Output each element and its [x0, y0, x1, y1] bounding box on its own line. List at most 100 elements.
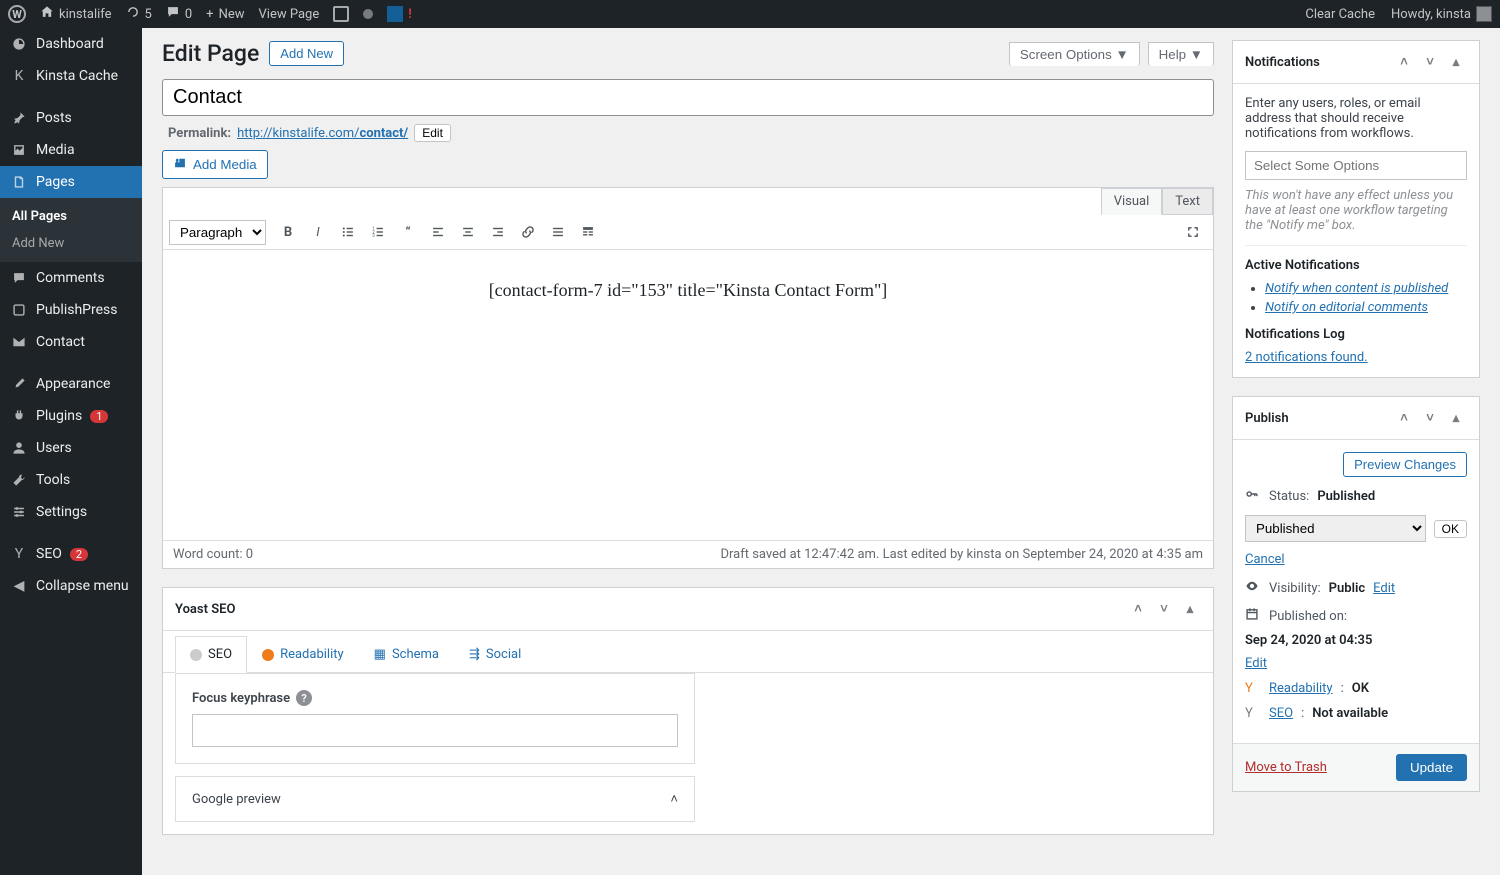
- help-icon[interactable]: ?: [296, 690, 312, 706]
- chevron-up-icon[interactable]: ˄: [1127, 598, 1149, 620]
- site-link[interactable]: kinstalife: [40, 5, 112, 23]
- date-edit-link[interactable]: Edit: [1245, 656, 1467, 671]
- notif-hint: This won't have any effect unless you ha…: [1245, 188, 1467, 233]
- sidebar-item-tools[interactable]: Tools: [0, 464, 142, 496]
- notif-log-link[interactable]: 2 notifications found.: [1245, 350, 1368, 365]
- readability-link[interactable]: Readability: [1269, 681, 1333, 696]
- yoast-readability-icon: Y: [1245, 681, 1261, 696]
- permalink-link[interactable]: http://kinstalife.com/contact/: [237, 126, 408, 141]
- move-to-trash-link[interactable]: Move to Trash: [1245, 760, 1327, 775]
- view-page-link[interactable]: View Page: [259, 7, 320, 22]
- comment-icon: [166, 5, 180, 23]
- notif-link-published[interactable]: Notify when content is published: [1265, 281, 1448, 296]
- share-icon: ⇶: [469, 647, 480, 662]
- chevron-up-icon[interactable]: ˄: [1393, 51, 1415, 73]
- chevron-down-icon[interactable]: ˅: [1419, 407, 1441, 429]
- sidebar-item-plugins[interactable]: Plugins1: [0, 400, 142, 432]
- align-center-button[interactable]: [455, 219, 481, 245]
- plus-icon: +: [206, 7, 213, 22]
- yoast-tab-schema[interactable]: ▦Schema: [359, 636, 454, 673]
- format-select[interactable]: Paragraph: [169, 220, 266, 245]
- ul-button[interactable]: [335, 219, 361, 245]
- site-name: kinstalife: [59, 7, 112, 22]
- add-new-button[interactable]: Add New: [269, 41, 344, 66]
- sidebar-item-posts[interactable]: Posts: [0, 102, 142, 134]
- update-button[interactable]: Update: [1396, 754, 1467, 781]
- updates-link[interactable]: 5: [126, 5, 152, 23]
- fullscreen-button[interactable]: [1180, 219, 1206, 245]
- word-count: Word count: 0: [173, 547, 253, 562]
- chevron-down-icon[interactable]: ˅: [1419, 51, 1441, 73]
- quote-button[interactable]: “: [395, 219, 421, 245]
- sidebar-item-settings[interactable]: Settings: [0, 496, 142, 528]
- google-preview-panel[interactable]: Google preview ˄: [175, 776, 695, 822]
- screen-options-button[interactable]: Screen Options ▼: [1009, 42, 1140, 66]
- bold-button[interactable]: B: [275, 219, 301, 245]
- clear-cache-link[interactable]: Clear Cache: [1305, 7, 1375, 22]
- sidebar-sub-all-pages[interactable]: All Pages: [0, 203, 142, 230]
- key-icon: [1245, 487, 1261, 505]
- seo-link[interactable]: SEO: [1269, 706, 1293, 721]
- status-ok-button[interactable]: OK: [1434, 520, 1467, 538]
- howdy-link[interactable]: Howdy, kinsta: [1391, 6, 1492, 22]
- grid-icon: ▦: [374, 647, 386, 662]
- permalink-edit-button[interactable]: Edit: [414, 124, 451, 142]
- calendar-icon: [1245, 607, 1261, 625]
- editor-content[interactable]: [contact-form-7 id="153" title="Kinsta C…: [163, 250, 1213, 540]
- align-right-button[interactable]: [485, 219, 511, 245]
- wp-logo[interactable]: W: [8, 5, 26, 23]
- sidebar-item-contact[interactable]: Contact: [0, 326, 142, 358]
- status-dot[interactable]: [363, 9, 373, 19]
- notify-icon[interactable]: !: [387, 6, 412, 22]
- sidebar-item-users[interactable]: Users: [0, 432, 142, 464]
- sidebar-collapse[interactable]: ◀Collapse menu: [0, 570, 142, 602]
- focus-keyphrase-input[interactable]: [192, 714, 678, 747]
- align-left-button[interactable]: [425, 219, 451, 245]
- sidebar-item-publishpress[interactable]: PublishPress: [0, 294, 142, 326]
- yoast-tab-readability[interactable]: Readability: [247, 636, 359, 673]
- sidebar-item-comments[interactable]: Comments: [0, 262, 142, 294]
- status-select[interactable]: Published: [1245, 515, 1426, 542]
- wrench-icon: [10, 471, 28, 489]
- notif-select[interactable]: [1245, 151, 1467, 180]
- draft-status: Draft saved at 12:47:42 am. Last edited …: [720, 547, 1203, 562]
- notif-link-editorial[interactable]: Notify on editorial comments: [1265, 300, 1428, 315]
- chevron-down-icon[interactable]: ˅: [1153, 598, 1175, 620]
- text-tab[interactable]: Text: [1162, 188, 1213, 215]
- sidebar-item-media[interactable]: Media: [0, 134, 142, 166]
- new-link[interactable]: + New: [206, 7, 244, 22]
- post-title-input[interactable]: [162, 79, 1214, 116]
- help-button[interactable]: Help ▼: [1148, 42, 1214, 66]
- visual-tab[interactable]: Visual: [1101, 188, 1163, 215]
- collapse-icon[interactable]: ▴: [1445, 51, 1467, 73]
- notifications-title: Notifications: [1245, 55, 1320, 70]
- sidebar-item-dashboard[interactable]: Dashboard: [0, 28, 142, 60]
- google-preview-label: Google preview: [192, 792, 281, 807]
- sidebar-item-kinsta-cache[interactable]: KKinsta Cache: [0, 60, 142, 92]
- link-button[interactable]: [515, 219, 541, 245]
- ol-button[interactable]: 123: [365, 219, 391, 245]
- collapse-icon: ◀: [10, 577, 28, 595]
- sidebar-item-seo[interactable]: YSEO2: [0, 538, 142, 570]
- more-button[interactable]: [545, 219, 571, 245]
- yoast-tab-seo[interactable]: SEO: [175, 636, 247, 673]
- italic-button[interactable]: I: [305, 219, 331, 245]
- user-icon: [10, 439, 28, 457]
- plug-icon: [10, 407, 28, 425]
- yoast-tab-social[interactable]: ⇶Social: [454, 636, 536, 673]
- status-cancel-link[interactable]: Cancel: [1245, 552, 1285, 567]
- visibility-edit-link[interactable]: Edit: [1373, 581, 1395, 596]
- add-media-button[interactable]: Add Media: [162, 150, 268, 179]
- yoast-toolbar-icon[interactable]: [333, 6, 349, 22]
- updates-count: 5: [145, 7, 152, 22]
- sidebar-item-appearance[interactable]: Appearance: [0, 368, 142, 400]
- collapse-icon[interactable]: ▴: [1179, 598, 1201, 620]
- admin-toolbar: W kinstalife 5 0 + New View Page ! Clear…: [0, 0, 1500, 28]
- chevron-up-icon[interactable]: ˄: [1393, 407, 1415, 429]
- toolbar-toggle-button[interactable]: [575, 219, 601, 245]
- comments-link[interactable]: 0: [166, 5, 192, 23]
- preview-changes-button[interactable]: Preview Changes: [1343, 452, 1467, 477]
- sidebar-sub-add-new[interactable]: Add New: [0, 230, 142, 257]
- sidebar-item-pages[interactable]: Pages: [0, 166, 142, 198]
- collapse-icon[interactable]: ▴: [1445, 407, 1467, 429]
